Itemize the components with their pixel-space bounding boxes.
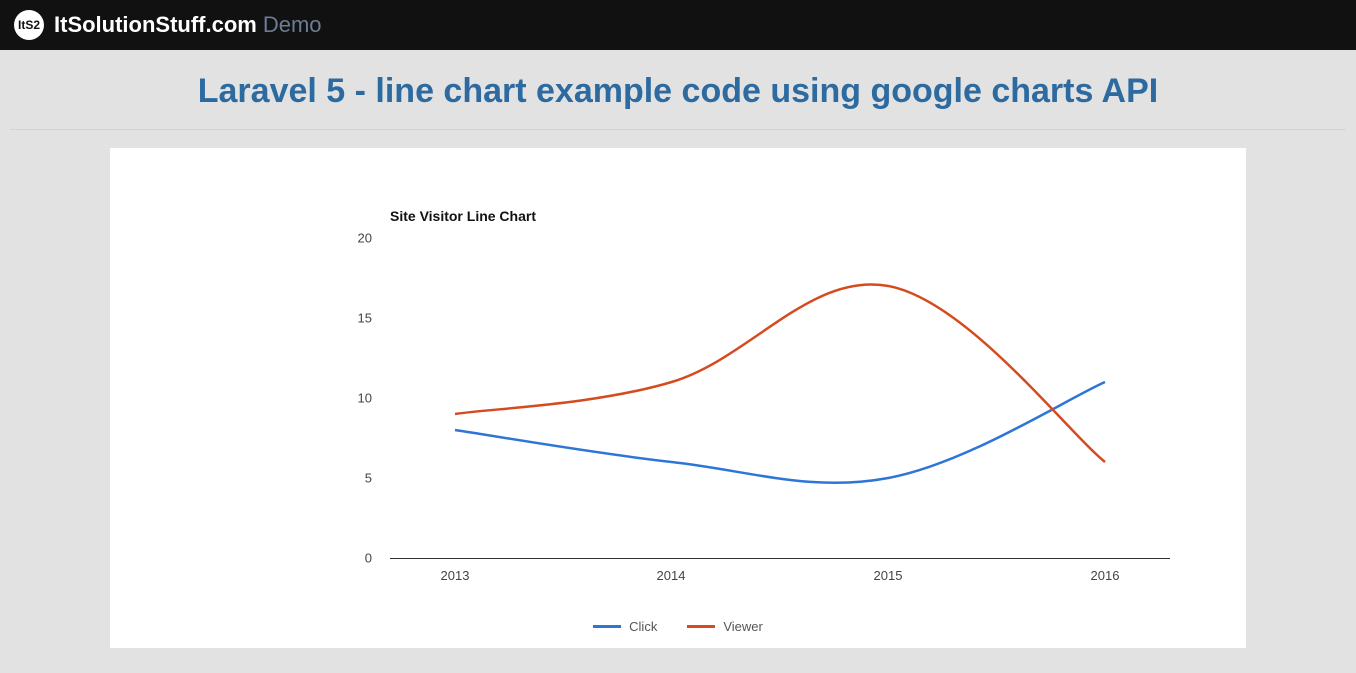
chart-title: Site Visitor Line Chart — [390, 208, 536, 224]
chart-card: Site Visitor Line Chart 20 15 10 5 0 201… — [110, 148, 1246, 648]
legend-swatch-icon — [593, 625, 621, 628]
y-tick: 20 — [358, 231, 372, 246]
line-viewer — [455, 284, 1105, 462]
chart-svg — [390, 238, 1170, 558]
divider — [10, 129, 1346, 130]
legend-label: Viewer — [723, 619, 763, 634]
x-tick: 2013 — [441, 568, 470, 583]
chart-area: 20 15 10 5 0 2013 2014 2015 2016 — [290, 238, 1170, 603]
page-title: Laravel 5 - line chart example code usin… — [0, 72, 1356, 111]
legend-swatch-icon — [687, 625, 715, 628]
x-tick: 2015 — [874, 568, 903, 583]
logo-icon: ItS2 — [14, 10, 44, 40]
legend-item-click: Click — [593, 619, 657, 634]
brand-name[interactable]: ItSolutionStuff.com — [54, 12, 257, 38]
line-click — [455, 382, 1105, 483]
top-nav: ItS2 ItSolutionStuff.com Demo — [0, 0, 1356, 50]
y-tick: 0 — [365, 551, 372, 566]
y-tick: 10 — [358, 391, 372, 406]
y-tick: 5 — [365, 471, 372, 486]
legend: Click Viewer — [110, 619, 1246, 634]
x-tick: 2016 — [1091, 568, 1120, 583]
logo-abbr: ItS2 — [18, 18, 40, 32]
nav-demo[interactable]: Demo — [263, 12, 322, 38]
y-tick: 15 — [358, 311, 372, 326]
legend-label: Click — [629, 619, 657, 634]
legend-item-viewer: Viewer — [687, 619, 763, 634]
x-tick: 2014 — [657, 568, 686, 583]
x-axis-line — [390, 558, 1170, 559]
